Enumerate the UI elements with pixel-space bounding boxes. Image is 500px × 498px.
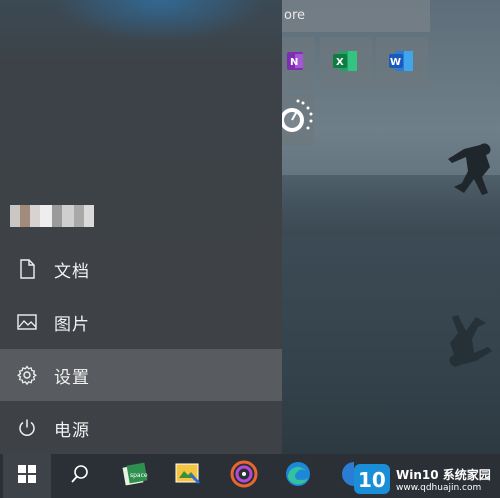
- user-account[interactable]: [10, 205, 110, 227]
- app-music[interactable]: [220, 454, 268, 498]
- music-player-icon: [230, 460, 258, 492]
- excel-tile[interactable]: X: [320, 37, 372, 89]
- gear-icon: [0, 365, 54, 385]
- app-spacesuit[interactable]: space: [112, 454, 160, 498]
- pictures-icon: [0, 313, 54, 331]
- app-snipping[interactable]: [164, 454, 212, 498]
- spacesuit-app-icon: space: [122, 460, 150, 492]
- svg-text:N: N: [290, 57, 298, 68]
- menu-item-settings[interactable]: 设置: [0, 349, 282, 401]
- stopwatch-tile[interactable]: [280, 94, 314, 146]
- menu-item-documents[interactable]: 文档: [0, 243, 282, 295]
- menu-item-label: 电源: [54, 420, 90, 441]
- excel-icon: X: [333, 49, 359, 77]
- word-icon: W: [389, 49, 415, 77]
- menu-item-pictures[interactable]: 图片: [0, 296, 282, 348]
- menu-item-label: 设置: [54, 367, 90, 388]
- svg-text:space: space: [130, 472, 148, 479]
- app-edge[interactable]: [274, 454, 322, 498]
- watermark-url: www.qdhuajin.com: [396, 482, 482, 493]
- svg-text:X: X: [336, 57, 344, 68]
- image-edit-icon: [174, 460, 202, 492]
- word-tile[interactable]: W: [376, 37, 428, 89]
- start-menu-glow: [60, 0, 260, 40]
- watermark: 10 Win10 系统家园 www.qdhuajin.com: [352, 460, 500, 498]
- search-icon: [70, 464, 90, 488]
- watermark-logo: 10: [354, 464, 390, 494]
- document-icon: [0, 259, 54, 279]
- svg-text:W: W: [390, 57, 401, 68]
- start-tiles: ore N X W: [280, 0, 500, 160]
- onenote-icon: N: [287, 50, 309, 76]
- search-button[interactable]: [56, 454, 104, 498]
- power-icon: [0, 418, 54, 438]
- stopwatch-icon: [280, 96, 314, 144]
- start-button[interactable]: [3, 454, 51, 498]
- menu-item-label: 图片: [54, 314, 90, 335]
- menu-item-power[interactable]: 电源: [0, 402, 282, 454]
- windows-logo-icon: [18, 465, 36, 487]
- menu-item-label: 文档: [54, 261, 90, 282]
- onenote-tile[interactable]: N: [282, 37, 314, 89]
- start-menu-pane: 文档 图片 设置 电源: [0, 0, 282, 460]
- store-tile[interactable]: ore: [282, 0, 430, 32]
- app-partial-icon: [334, 460, 366, 492]
- wallpaper-runner-reflection: [449, 315, 492, 367]
- watermark-title: Win10 系统家园: [396, 467, 491, 482]
- edge-icon: [284, 460, 312, 492]
- svg-text:10: 10: [358, 468, 386, 492]
